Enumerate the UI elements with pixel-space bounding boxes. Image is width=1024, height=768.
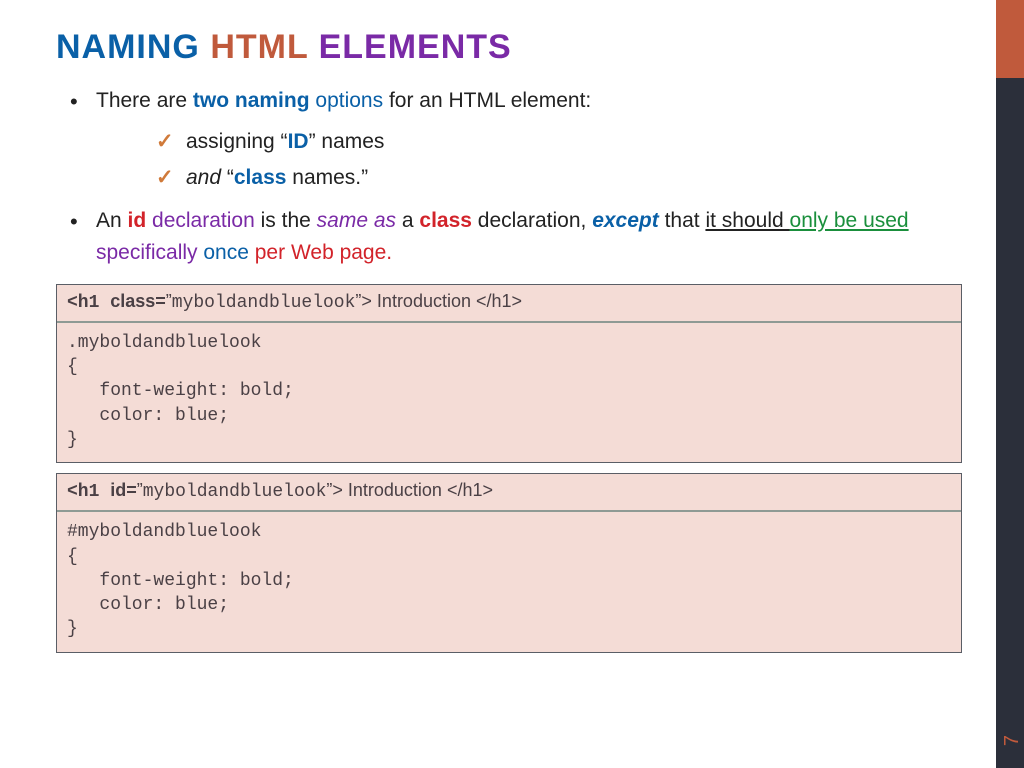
sub-bullet-1: assigning “ID” names — [156, 126, 968, 159]
bullet-1: There are two naming options for an HTML… — [56, 85, 968, 195]
text: for an HTML element: — [383, 89, 591, 112]
code-head-class: <h1 class=”myboldandbluelook”> Introduct… — [67, 291, 951, 313]
divider — [57, 321, 961, 323]
text-emph: only be used — [790, 209, 909, 232]
text: a — [396, 209, 419, 232]
text: declaration, — [472, 209, 592, 232]
bullet-list-level-1: There are two naming options for an HTML… — [56, 85, 968, 270]
text-emph: id — [128, 209, 147, 232]
text-italic: and — [186, 166, 227, 189]
right-stripe — [996, 0, 1024, 768]
code-token: myboldandbluelook — [172, 293, 356, 313]
text: names.” — [286, 166, 368, 189]
right-stripe-accent — [996, 0, 1024, 78]
bullet-2: An id declaration is the same as a class… — [56, 205, 968, 270]
code-body-id: #myboldandbluelook { font-weight: bold; … — [67, 520, 951, 641]
text-emph: except — [592, 209, 659, 232]
text: is the — [255, 209, 317, 232]
text-emph: options — [310, 89, 384, 112]
divider — [57, 510, 961, 512]
text: ” names — [309, 130, 385, 153]
text: assigning “ — [186, 130, 288, 153]
text-emph: per Web page. — [249, 241, 392, 264]
text-emph: class — [234, 166, 287, 189]
text-emph: ID — [288, 130, 309, 153]
page-number: 7 — [1001, 735, 1024, 746]
sub-bullet-2: and “class names.” — [156, 162, 968, 195]
text-underline: it should — [705, 209, 789, 232]
code-head-id: <h1 id=”myboldandbluelook”> Introduction… — [67, 480, 951, 502]
code-token: ”> Introduction </h1> — [326, 480, 493, 500]
text-emph: same as — [317, 209, 396, 232]
text: “ — [227, 166, 234, 189]
code-token: ”> Introduction </h1> — [355, 291, 522, 311]
text-emph: once — [203, 241, 249, 264]
code-token: myboldandbluelook — [143, 482, 327, 502]
code-body-class: .myboldandbluelook { font-weight: bold; … — [67, 331, 951, 452]
bullet-content: There are two naming options for an HTML… — [56, 85, 968, 270]
text-emph: class — [419, 209, 472, 232]
text: that — [659, 209, 706, 232]
bullet-list-level-2: assigning “ID” names and “class names.” — [156, 126, 968, 195]
text: An — [96, 209, 128, 232]
code-token: class= — [110, 291, 166, 311]
code-box-class: <h1 class=”myboldandbluelook”> Introduct… — [56, 284, 962, 463]
title-word-3: ELEMENTS — [319, 28, 512, 66]
text-emph: declaration — [146, 209, 255, 232]
code-token: <h1 — [67, 293, 110, 313]
slide: NAMING HTML ELEMENTS There are two namin… — [0, 0, 1024, 768]
title-word-1: NAMING — [56, 28, 200, 66]
text-emph: two naming — [193, 89, 310, 112]
slide-title: NAMING HTML ELEMENTS — [56, 28, 968, 67]
title-word-2: HTML — [210, 28, 308, 66]
text: There are — [96, 89, 193, 112]
code-token: id= — [110, 480, 137, 500]
code-token: <h1 — [67, 482, 110, 502]
code-box-id: <h1 id=”myboldandbluelook”> Introduction… — [56, 473, 962, 652]
text-emph: specifically — [96, 241, 203, 264]
